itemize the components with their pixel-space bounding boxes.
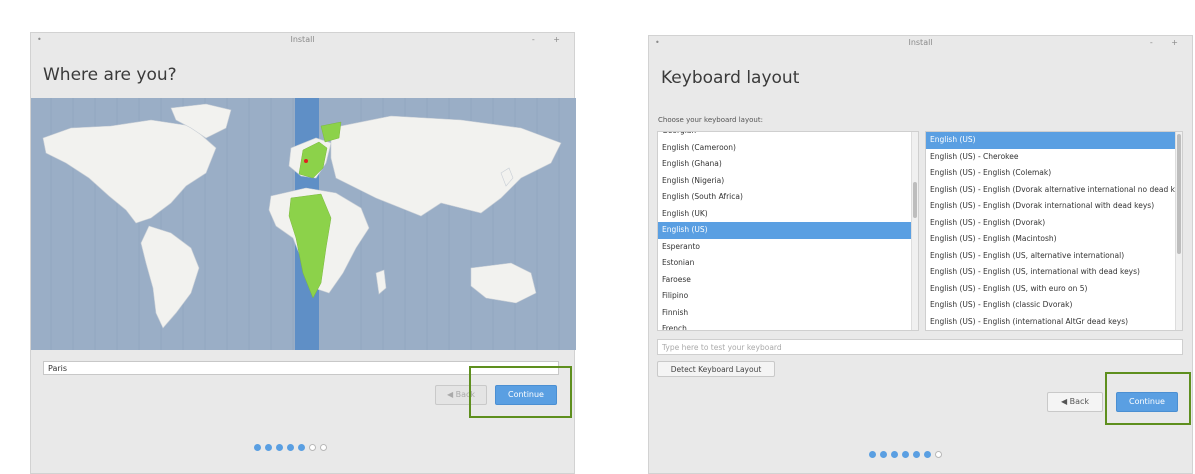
progress-dots bbox=[869, 451, 942, 458]
progress-dot bbox=[869, 451, 876, 458]
detect-layout-button[interactable]: Detect Keyboard Layout bbox=[657, 361, 775, 377]
list-item[interactable]: Filipino bbox=[658, 288, 918, 305]
list-item[interactable]: English (Nigeria) bbox=[658, 173, 918, 190]
list-item[interactable]: English (US) - English (Dvorak alternati… bbox=[926, 182, 1182, 199]
list-item[interactable]: English (US) bbox=[926, 132, 1182, 149]
list-item[interactable]: English (US) - English (classic Dvorak) bbox=[926, 297, 1182, 314]
progress-dot bbox=[287, 444, 294, 451]
back-arrow-icon: ◀ bbox=[1060, 397, 1070, 406]
choose-layout-label: Choose your keyboard layout: bbox=[658, 116, 763, 124]
layout-rows: GeorgianEnglish (Cameroon)English (Ghana… bbox=[658, 132, 918, 330]
layout-scroll-thumb[interactable] bbox=[913, 182, 917, 218]
layout-list[interactable]: GeorgianEnglish (Cameroon)English (Ghana… bbox=[657, 131, 919, 331]
variant-scroll-thumb[interactable] bbox=[1177, 134, 1181, 254]
progress-dot bbox=[891, 451, 898, 458]
progress-dot bbox=[902, 451, 909, 458]
list-item[interactable]: Esperanto bbox=[658, 239, 918, 256]
progress-dot bbox=[254, 444, 261, 451]
list-item[interactable]: Finnish bbox=[658, 305, 918, 322]
list-item[interactable]: Estonian bbox=[658, 255, 918, 272]
window-controls[interactable]: - + bbox=[532, 33, 568, 47]
list-item[interactable]: English (US) - English (Macintosh) bbox=[926, 231, 1182, 248]
list-item[interactable]: English (UK) bbox=[658, 206, 918, 223]
list-item[interactable]: French bbox=[658, 321, 918, 330]
window-title: Install bbox=[290, 35, 315, 44]
location-pin-icon[interactable] bbox=[304, 159, 308, 163]
progress-dot bbox=[935, 451, 942, 458]
window-title: Install bbox=[908, 38, 933, 47]
back-arrow-icon: ◀ bbox=[446, 390, 456, 399]
list-item[interactable]: Faroese bbox=[658, 272, 918, 289]
window-menu-icon[interactable]: • bbox=[655, 36, 660, 50]
progress-dot bbox=[276, 444, 283, 451]
progress-dot bbox=[265, 444, 272, 451]
list-item[interactable]: English (US) - English (US, alternative … bbox=[926, 248, 1182, 265]
list-item[interactable]: English (US) - English (US, with euro on… bbox=[926, 281, 1182, 298]
variant-list[interactable]: English (US) English (US) - Cherokee Engli… bbox=[925, 131, 1183, 331]
back-button[interactable]: ◀ Back bbox=[1047, 392, 1103, 412]
progress-dot bbox=[309, 444, 316, 451]
list-item[interactable]: English (US) - English (US, internationa… bbox=[926, 264, 1182, 281]
timezone-window: • Install - + Where are you? Paris ◀ Bac… bbox=[30, 32, 576, 474]
list-item[interactable]: Georgian bbox=[658, 132, 918, 140]
timezone-map[interactable] bbox=[31, 98, 576, 350]
progress-dot bbox=[913, 451, 920, 458]
page-title: Keyboard layout bbox=[661, 68, 800, 88]
progress-dot bbox=[298, 444, 305, 451]
list-item[interactable]: English (US) - English (international Al… bbox=[926, 314, 1182, 331]
back-button-label: Back bbox=[1069, 397, 1090, 406]
list-item[interactable]: English (Ghana) bbox=[658, 156, 918, 173]
layout-scrollbar[interactable] bbox=[911, 132, 918, 330]
titlebar: • Install - + bbox=[31, 33, 574, 47]
variant-scrollbar[interactable] bbox=[1175, 132, 1182, 330]
list-item[interactable]: English (US) - English (Dvorak) bbox=[926, 215, 1182, 232]
continue-highlight-box bbox=[1105, 372, 1191, 425]
world-map[interactable] bbox=[31, 98, 576, 350]
list-item[interactable]: English (US) - English (Colemak) bbox=[926, 165, 1182, 182]
window-controls[interactable]: - + bbox=[1150, 36, 1186, 50]
progress-dots bbox=[254, 444, 327, 451]
progress-dot bbox=[880, 451, 887, 458]
window-menu-icon[interactable]: • bbox=[37, 33, 42, 47]
list-item[interactable]: English (US) - English (Dvorak internati… bbox=[926, 198, 1182, 215]
titlebar: • Install - + bbox=[649, 36, 1192, 50]
page-title: Where are you? bbox=[43, 65, 177, 85]
continue-highlight-box bbox=[469, 366, 572, 418]
list-item[interactable]: English (Cameroon) bbox=[658, 140, 918, 157]
list-item[interactable]: English (US) bbox=[658, 222, 918, 239]
list-item[interactable]: English (US) - Cherokee bbox=[926, 149, 1182, 166]
keyboard-window: • Install - + Keyboard layout Choose you… bbox=[648, 35, 1193, 474]
progress-dot bbox=[924, 451, 931, 458]
keyboard-test-input[interactable]: Type here to test your keyboard bbox=[657, 339, 1183, 355]
progress-dot bbox=[320, 444, 327, 451]
list-item[interactable]: English (South Africa) bbox=[658, 189, 918, 206]
variant-rows: English (US) English (US) - Cherokee Engli… bbox=[926, 132, 1182, 330]
